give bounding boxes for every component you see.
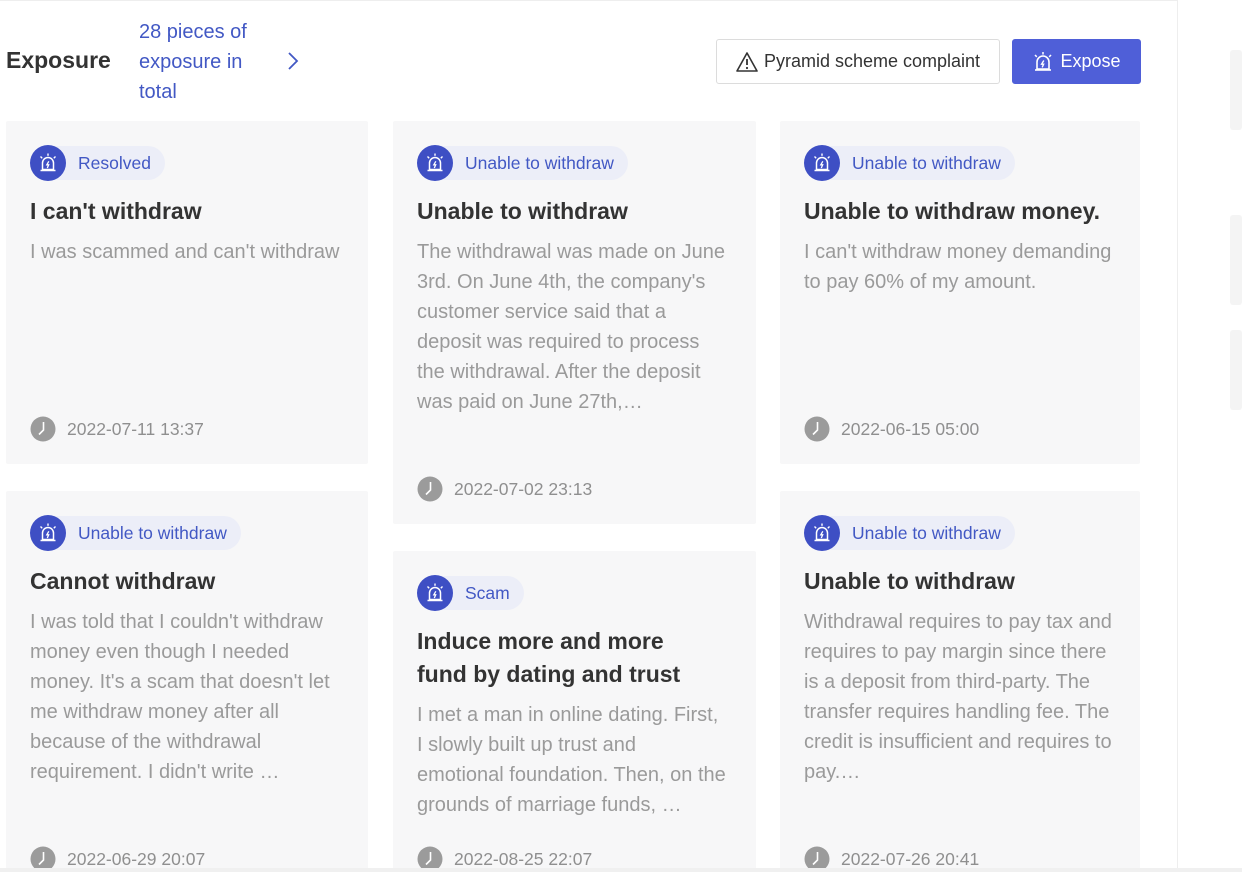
card-description: Withdrawal requires to pay tax and requi… xyxy=(804,611,1112,783)
alarm-icon xyxy=(417,575,453,611)
status-badge: Scam xyxy=(417,575,524,611)
status-badge: Resolved xyxy=(30,145,165,181)
right-gutter xyxy=(1178,0,1242,872)
alarm-icon xyxy=(1032,51,1054,73)
card-title: Cannot withdraw xyxy=(30,568,216,594)
gutter-shape xyxy=(1230,50,1242,130)
exposure-page: Exposure 28 pieces of exposure in total … xyxy=(0,0,1242,872)
card-timestamp: 2022-07-11 13:37 xyxy=(30,416,204,442)
gutter-shape xyxy=(1230,215,1242,305)
card-title: I can't withdraw xyxy=(30,198,202,224)
exposure-card[interactable]: Unable to withdraw Cannot withdraw I was… xyxy=(6,491,368,872)
pyramid-complaint-button[interactable]: Pyramid scheme complaint xyxy=(716,39,1000,84)
exposure-card[interactable]: Unable to withdraw Unable to withdraw Th… xyxy=(393,121,756,524)
timestamp-text: 2022-06-29 20:07 xyxy=(67,848,206,869)
card-description: The withdrawal was made on June 3rd. On … xyxy=(417,241,725,413)
status-badge-label: Scam xyxy=(443,576,524,610)
exposure-panel: Exposure 28 pieces of exposure in total … xyxy=(0,0,1178,872)
timestamp-text: 2022-07-26 20:41 xyxy=(841,848,980,869)
clock-icon xyxy=(804,416,830,442)
page-title: Exposure xyxy=(6,47,111,73)
status-badge-label: Resolved xyxy=(56,146,165,180)
alarm-icon xyxy=(30,515,66,551)
card-title: Unable to withdraw xyxy=(804,568,1015,594)
card-description: I met a man in online dating. First, I s… xyxy=(417,704,726,816)
alarm-icon xyxy=(804,145,840,181)
expose-button[interactable]: Expose xyxy=(1012,39,1141,84)
clock-icon xyxy=(30,416,56,442)
status-badge-label: Unable to withdraw xyxy=(830,516,1015,550)
timestamp-text: 2022-06-15 05:00 xyxy=(841,418,980,439)
expose-label: Expose xyxy=(1060,51,1121,71)
status-badge: Unable to withdraw xyxy=(30,515,241,551)
card-timestamp: 2022-07-02 23:13 xyxy=(417,476,592,502)
timestamp-text: 2022-07-02 23:13 xyxy=(454,478,593,499)
status-badge: Unable to withdraw xyxy=(417,145,628,181)
clock-icon xyxy=(417,476,443,502)
status-badge-label: Unable to withdraw xyxy=(830,146,1015,180)
card-title: Unable to withdraw xyxy=(417,198,628,224)
status-badge-label: Unable to withdraw xyxy=(443,146,628,180)
exposure-card[interactable]: Unable to withdraw Unable to withdraw mo… xyxy=(780,121,1140,464)
alarm-icon xyxy=(30,145,66,181)
timestamp-text: 2022-07-11 13:37 xyxy=(67,418,204,439)
exposure-card[interactable]: Scam Induce more and more fund by dating… xyxy=(393,551,756,872)
card-description: I was scammed and can't withdraw xyxy=(30,241,340,263)
status-badge-label: Unable to withdraw xyxy=(56,516,241,550)
exposure-card[interactable]: Unable to withdraw Unable to withdraw Wi… xyxy=(780,491,1140,872)
alarm-icon xyxy=(417,145,453,181)
alarm-icon xyxy=(804,515,840,551)
card-timestamp: 2022-06-15 05:00 xyxy=(804,416,979,442)
exposure-card[interactable]: Resolved I can't withdraw I was scammed … xyxy=(6,121,368,464)
card-title: Unable to withdraw money. xyxy=(804,198,1101,224)
card-title: Induce more and more fund by dating and … xyxy=(417,628,681,687)
timestamp-text: 2022-08-25 22:07 xyxy=(454,848,593,869)
card-description: I can't withdraw money demanding to pay … xyxy=(804,241,1112,293)
status-badge: Unable to withdraw xyxy=(804,145,1015,181)
chevron-right-icon[interactable] xyxy=(284,49,302,73)
warning-icon xyxy=(736,51,758,73)
status-badge: Unable to withdraw xyxy=(804,515,1015,551)
card-description: I was told that I couldn't withdraw mone… xyxy=(30,611,330,783)
exposure-count-link[interactable]: 28 pieces of exposure in total xyxy=(139,17,279,107)
gutter-shape xyxy=(1230,330,1242,410)
bottom-scroll-edge xyxy=(0,868,1242,872)
pyramid-complaint-label: Pyramid scheme complaint xyxy=(763,51,981,71)
